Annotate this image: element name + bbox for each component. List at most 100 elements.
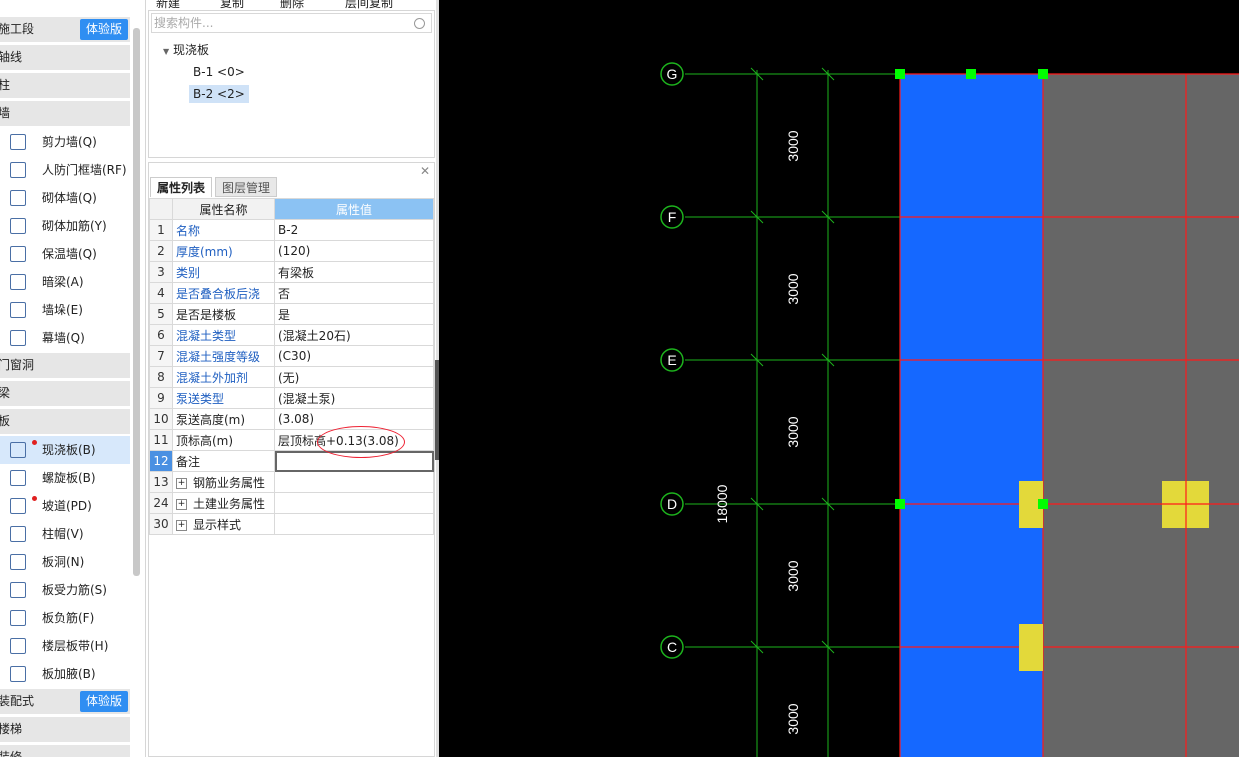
- component-item-b2[interactable]: B-2 <2>: [189, 85, 249, 103]
- sidebar-item-spiral-slab[interactable]: 螺旋板(B): [0, 464, 130, 492]
- row-number: 9: [149, 387, 173, 409]
- component-search-input[interactable]: 搜索构件...: [151, 13, 432, 33]
- sidebar-item-slab-strip[interactable]: 楼层板带(H): [0, 632, 130, 660]
- category-construction-section[interactable]: 施工段 体验版: [0, 17, 130, 42]
- property-row[interactable]: 12 备注: [149, 450, 434, 472]
- property-value[interactable]: 是: [274, 303, 434, 325]
- sidebar-item-civil-defense-wall[interactable]: 人防门框墙(RF): [0, 156, 130, 184]
- search-placeholder: 搜索构件...: [154, 16, 214, 30]
- property-row[interactable]: 2 厚度(mm) (120): [149, 240, 434, 262]
- expand-plus-icon[interactable]: +: [176, 519, 187, 531]
- property-value[interactable]: [274, 513, 434, 535]
- property-name: 混凝土强度等级: [172, 345, 275, 367]
- slab-opening-icon: [10, 554, 26, 570]
- category-door-window[interactable]: 门窗洞: [0, 353, 130, 378]
- property-name[interactable]: + 显示样式: [172, 513, 275, 535]
- property-row[interactable]: 7 混凝土强度等级 (C30): [149, 345, 434, 367]
- property-value[interactable]: B-2: [274, 219, 434, 241]
- property-value[interactable]: (无): [274, 366, 434, 388]
- insulation-wall-icon: [10, 246, 26, 262]
- property-value[interactable]: (混凝土泵): [274, 387, 434, 409]
- sidebar-item-wall-pier[interactable]: 墙垛(E): [0, 296, 130, 324]
- row-number: 10: [149, 408, 173, 430]
- category-wall[interactable]: 墙: [0, 101, 130, 126]
- property-group-row[interactable]: 24 + 土建业务属性: [149, 492, 434, 514]
- category-stairs[interactable]: 楼梯: [0, 717, 130, 742]
- slab-rebar-icon: [10, 582, 26, 598]
- cad-svg[interactable]: G F E D C 3000 3000 3000 3000 3000 18000: [439, 0, 1239, 757]
- property-name[interactable]: + 钢筋业务属性: [172, 471, 275, 493]
- property-value[interactable]: 有梁板: [274, 261, 434, 283]
- sidebar-item-masonry-wall[interactable]: 砌体墙(Q): [0, 184, 130, 212]
- property-group-row[interactable]: 13 + 钢筋业务属性: [149, 471, 434, 493]
- sidebar-item-shear-wall[interactable]: 剪力墙(Q): [0, 128, 130, 156]
- tree-group-cast-slab[interactable]: ▼ 现浇板: [163, 41, 209, 58]
- property-value[interactable]: (3.08): [274, 408, 434, 430]
- property-row[interactable]: 1 名称 B-2: [149, 219, 434, 241]
- sidebar-item-hidden-beam[interactable]: 暗梁(A): [0, 268, 130, 296]
- sidebar-scrollbar[interactable]: [133, 28, 140, 576]
- trial-badge[interactable]: 体验版: [79, 691, 128, 712]
- component-list-panel: 搜索构件... ▼ 现浇板 B-1 <0> B-2 <2>: [148, 10, 435, 158]
- property-value[interactable]: [274, 471, 434, 493]
- category-decoration[interactable]: 装修: [0, 745, 130, 757]
- sidebar-item-slab-opening[interactable]: 板洞(N): [0, 548, 130, 576]
- category-prefab[interactable]: 装配式 体验版: [0, 689, 130, 714]
- tree-group-label: 现浇板: [172, 43, 209, 57]
- property-row[interactable]: 4 是否叠合板后浇否: [149, 282, 434, 304]
- property-rows: 1 名称 B-2 2 厚度(mm) (120) 3 类别 有梁板 4 是否叠合板后浇否 5 是否是楼板是…: [149, 219, 434, 535]
- delete-button[interactable]: 删除: [280, 0, 304, 10]
- item-label: 人防门框墙(RF): [42, 163, 127, 177]
- property-row[interactable]: 11 顶标高(m) 层顶标高+0.13(3.08): [149, 426, 434, 458]
- property-name[interactable]: + 土建业务属性: [172, 492, 275, 514]
- cad-drawing-canvas[interactable]: G F E D C 3000 3000 3000 3000 3000 18000: [439, 0, 1239, 757]
- sidebar-item-column-cap[interactable]: 柱帽(V): [0, 520, 130, 548]
- component-item-b1[interactable]: B-1 <0>: [189, 63, 249, 81]
- new-button[interactable]: 新建: [156, 0, 180, 10]
- property-value[interactable]: (混凝土20石): [274, 324, 434, 346]
- property-row[interactable]: 6 混凝土类型 (混凝土20石): [149, 324, 434, 346]
- expand-plus-icon[interactable]: +: [176, 498, 187, 510]
- category-axis[interactable]: 轴线: [0, 45, 130, 70]
- row-number: 7: [149, 345, 173, 367]
- sidebar-item-cast-slab[interactable]: 现浇板(B): [0, 436, 130, 464]
- property-row[interactable]: 8 混凝土外加剂 (无): [149, 366, 434, 388]
- property-row[interactable]: 9 泵送类型 (混凝土泵): [149, 387, 434, 409]
- floor-copy-button[interactable]: 层间复制: [345, 0, 393, 10]
- category-label: 楼梯: [0, 722, 23, 736]
- property-row[interactable]: 5 是否是楼板是: [149, 303, 434, 325]
- sidebar-item-slab-negative-rebar[interactable]: 板负筋(F): [0, 604, 130, 632]
- property-row[interactable]: 3 类别 有梁板: [149, 261, 434, 283]
- sidebar-item-slab-main-rebar[interactable]: 板受力筋(S): [0, 576, 130, 604]
- property-value[interactable]: 层顶标高+0.13(3.08): [274, 426, 434, 458]
- property-value[interactable]: [274, 450, 434, 472]
- tab-property-list[interactable]: 属性列表: [150, 177, 213, 197]
- property-name: 泵送高度(m): [172, 408, 275, 430]
- group-label: 显示样式: [193, 517, 242, 532]
- close-icon[interactable]: ✕: [420, 164, 430, 178]
- tab-layer-management[interactable]: 图层管理: [215, 177, 278, 197]
- property-value[interactable]: 否: [274, 282, 434, 304]
- property-value[interactable]: [274, 492, 434, 514]
- sidebar-item-ramp[interactable]: 坡道(PD): [0, 492, 130, 520]
- search-icon[interactable]: [414, 18, 425, 29]
- sidebar-item-insulation-wall[interactable]: 保温墙(Q): [0, 240, 130, 268]
- category-column[interactable]: 柱: [0, 73, 130, 98]
- sidebar-item-curtain-wall[interactable]: 幕墙(Q): [0, 324, 130, 352]
- category-beam[interactable]: 梁: [0, 381, 130, 406]
- expand-plus-icon[interactable]: +: [176, 477, 187, 489]
- property-row[interactable]: 10 泵送高度(m) (3.08): [149, 408, 434, 430]
- category-slab[interactable]: 板: [0, 409, 130, 434]
- column: [1019, 624, 1043, 671]
- selection-grip: [895, 69, 905, 79]
- sidebar-item-masonry-rebar[interactable]: 砌体加筋(Y): [0, 212, 130, 240]
- property-value[interactable]: (C30): [274, 345, 434, 367]
- expand-arrow-icon[interactable]: ▼: [163, 47, 169, 56]
- sidebar-item-slab-haunch[interactable]: 板加腋(B): [0, 660, 130, 688]
- row-number: 8: [149, 366, 173, 388]
- trial-badge[interactable]: 体验版: [79, 19, 128, 40]
- property-value[interactable]: (120): [274, 240, 434, 262]
- row-number: 5: [149, 303, 173, 325]
- property-group-row[interactable]: 30 + 显示样式: [149, 513, 434, 535]
- copy-button[interactable]: 复制: [220, 0, 244, 10]
